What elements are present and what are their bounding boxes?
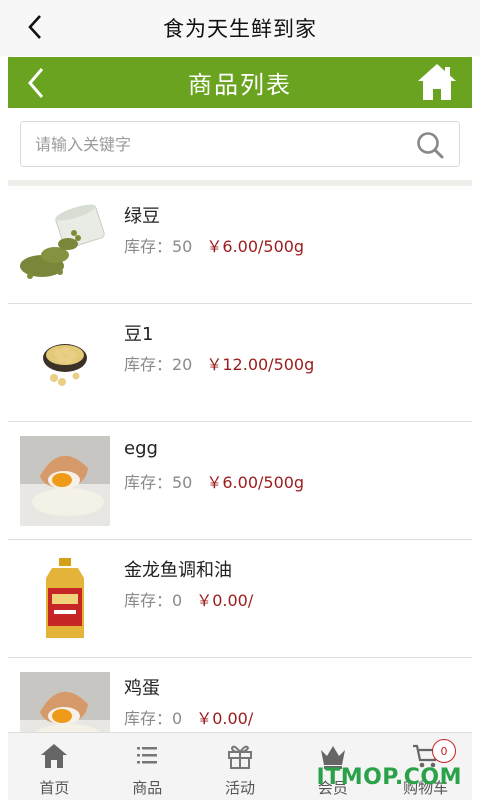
tab-activities[interactable]: 活动 <box>194 733 287 800</box>
watermark: ITMOP.COM <box>316 765 462 790</box>
product-meta: 库存：0 ￥0.00/ <box>124 705 253 729</box>
search-box <box>20 121 460 167</box>
cart-badge: 0 <box>431 739 456 763</box>
product-price: ￥0.00/ <box>196 591 254 610</box>
product-image-egg <box>20 672 110 732</box>
product-image-oil-bottle <box>20 554 110 644</box>
list-item[interactable]: 豆1 库存：20 ￥12.00/500g <box>8 304 472 422</box>
product-meta: 库存：50 ￥6.00/500g <box>124 469 304 493</box>
product-name: 豆1 <box>124 324 154 345</box>
product-stock: 库存：0 <box>124 709 183 728</box>
list-item[interactable]: egg 库存：50 ￥6.00/500g <box>8 422 472 540</box>
app: 食为天生鲜到家 商品列表 请输入关键字 绿豆 库存：50 ￥6.00/500g … <box>0 0 480 800</box>
tab-home[interactable]: 首页 <box>8 733 101 800</box>
app-title: 食为天生鲜到家 <box>163 17 317 41</box>
search-icon[interactable] <box>415 130 445 160</box>
product-stock: 库存：50 <box>124 237 193 256</box>
tab-label: 商品 <box>132 779 163 797</box>
back-arrow-icon[interactable] <box>22 65 52 101</box>
product-stock: 库存：0 <box>124 591 183 610</box>
product-name: 金龙鱼调和油 <box>124 560 232 581</box>
list-item[interactable]: 鸡蛋 库存：0 ￥0.00/ <box>8 658 472 732</box>
product-meta: 库存：50 ￥6.00/500g <box>124 233 304 257</box>
product-stock: 库存：20 <box>124 355 193 374</box>
product-name: egg <box>124 438 158 459</box>
list-item[interactable]: 金龙鱼调和油 库存：0 ￥0.00/ <box>8 540 472 658</box>
tab-products[interactable]: 商品 <box>101 733 194 800</box>
product-price: ￥12.00/500g <box>206 355 315 374</box>
tab-label: 首页 <box>39 779 70 797</box>
home-icon <box>41 744 68 768</box>
product-image-mung-beans <box>20 200 110 290</box>
list-icon <box>137 747 158 764</box>
app-header: 食为天生鲜到家 <box>0 0 480 56</box>
product-image-soybeans <box>20 318 110 408</box>
back-arrow-icon[interactable] <box>22 12 52 42</box>
product-price: ￥6.00/500g <box>206 473 305 492</box>
list-item[interactable]: 绿豆 库存：50 ￥6.00/500g <box>8 186 472 304</box>
product-name: 绿豆 <box>124 206 160 227</box>
gift-icon <box>227 745 252 769</box>
navbar: 商品列表 <box>8 57 472 108</box>
page-title: 商品列表 <box>188 71 292 99</box>
search-input[interactable] <box>35 124 405 164</box>
product-stock: 库存：50 <box>124 473 193 492</box>
product-meta: 库存：0 ￥0.00/ <box>124 587 253 611</box>
product-price: ￥0.00/ <box>196 709 254 728</box>
product-list: 绿豆 库存：50 ￥6.00/500g 豆1 库存：20 ￥12.00/500g… <box>8 186 472 732</box>
product-name: 鸡蛋 <box>124 678 160 699</box>
bottom-tab-bar: 首页 商品 活动 会员 0 购物车 ITMOP.COM <box>8 732 472 800</box>
tab-label: 活动 <box>224 779 255 797</box>
product-price: ￥6.00/500g <box>206 237 305 256</box>
product-image-egg <box>20 436 110 526</box>
product-meta: 库存：20 ￥12.00/500g <box>124 351 314 375</box>
home-icon[interactable] <box>416 61 458 103</box>
